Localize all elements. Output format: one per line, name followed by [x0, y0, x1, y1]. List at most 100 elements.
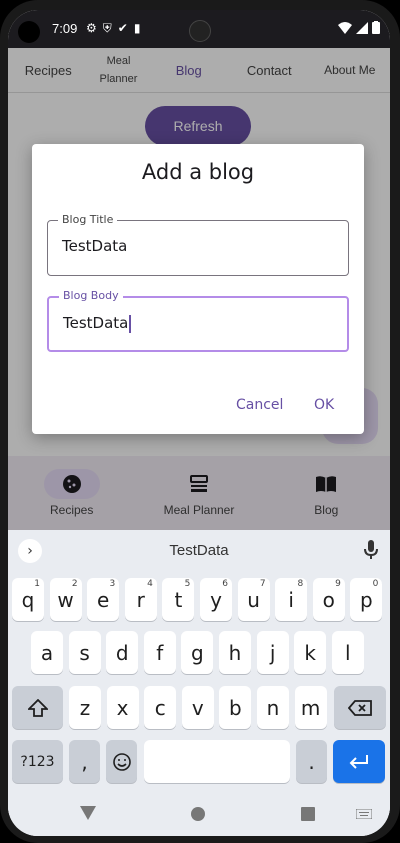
key-i[interactable]: i8: [275, 578, 308, 621]
key-f[interactable]: f: [143, 631, 176, 674]
enter-key[interactable]: [333, 740, 385, 783]
settings-icon: ⚙: [86, 21, 97, 35]
backspace-key[interactable]: [334, 686, 386, 729]
key-o[interactable]: o9: [312, 578, 345, 621]
period-key[interactable]: .: [296, 740, 327, 783]
comma-key[interactable]: ,: [69, 740, 100, 783]
text-cursor: [129, 314, 132, 333]
blog-body-field[interactable]: Blog Body TestData: [47, 289, 349, 352]
camera-cutout: [18, 21, 40, 43]
screen: 7:09 ⚙ ⛨ ✔ ▮ Recipes Meal Planner Blog C…: [8, 10, 390, 836]
wifi-icon: [338, 21, 352, 34]
key-j[interactable]: j: [256, 631, 289, 674]
front-camera: [189, 20, 211, 42]
dialog-title: Add a blog: [141, 160, 255, 184]
key-p[interactable]: p0: [350, 578, 383, 621]
key-label: u: [247, 587, 260, 612]
key-label: p: [360, 587, 373, 612]
key-label: w: [57, 587, 74, 612]
key-label: t: [174, 587, 183, 612]
key-label: i: [288, 587, 294, 612]
shield-icon: ⛨: [102, 21, 112, 35]
backspace-icon: [348, 699, 372, 716]
key-k[interactable]: k: [294, 631, 327, 674]
key-hint: 4: [147, 579, 153, 589]
key-u[interactable]: u7: [237, 578, 270, 621]
back-icon[interactable]: [80, 806, 96, 820]
key-label: v: [191, 695, 204, 720]
key-b[interactable]: b: [219, 686, 252, 729]
key-label: g: [191, 640, 204, 665]
shift-key[interactable]: [12, 686, 63, 729]
enter-icon: [349, 754, 368, 769]
key-label: q: [21, 587, 35, 612]
key-label: n: [266, 695, 280, 720]
key-label: b: [229, 695, 242, 720]
key-hint: 6: [222, 579, 228, 589]
key-s[interactable]: s: [68, 631, 101, 674]
keyboard-row-2: asd f gh j k l: [8, 631, 390, 675]
key-e[interactable]: e3: [87, 578, 120, 621]
key-label: r: [136, 587, 145, 612]
blog-body-value-wrap: TestData: [63, 314, 132, 333]
shift-icon: [27, 698, 48, 717]
space-key[interactable]: [144, 740, 290, 783]
key-label: f: [156, 640, 164, 665]
key-w[interactable]: w2: [49, 578, 82, 621]
key-hint: 2: [71, 579, 78, 589]
key-n[interactable]: n: [257, 686, 289, 729]
key-hint: 1: [34, 579, 40, 589]
key-label: h: [228, 640, 242, 665]
key-a[interactable]: a: [31, 631, 63, 674]
key-t[interactable]: t5: [162, 578, 195, 621]
key-v[interactable]: v: [181, 686, 214, 729]
suggestion-chip[interactable]: TestData: [8, 542, 390, 559]
key-r[interactable]: r4: [124, 578, 157, 621]
emoji-key[interactable]: [106, 740, 137, 783]
key-x[interactable]: x: [106, 686, 139, 729]
keyboard-switch-icon[interactable]: [356, 809, 372, 819]
key-y[interactable]: y6: [200, 578, 232, 621]
keyboard-row-4: ?123 , .: [8, 740, 390, 784]
symbols-key[interactable]: ?123: [12, 740, 63, 783]
home-icon[interactable]: [191, 807, 205, 821]
key-h[interactable]: h: [219, 631, 251, 674]
key-g[interactable]: g: [181, 631, 214, 674]
key-label: s: [79, 640, 90, 665]
signal-icon: [356, 21, 368, 34]
key-label: k: [304, 640, 316, 665]
blog-title-value: TestData: [62, 237, 128, 255]
key-q[interactable]: q1: [12, 578, 44, 621]
key-label: d: [115, 640, 129, 665]
status-time: 7:09: [52, 21, 78, 36]
system-icons: [338, 21, 380, 34]
blog-title-label: Blog Title: [58, 213, 118, 226]
recents-icon[interactable]: [301, 807, 315, 821]
ok-button[interactable]: OK: [314, 397, 334, 413]
key-hint: 7: [259, 579, 266, 589]
key-hint: 9: [335, 579, 341, 589]
blog-body-label: Blog Body: [59, 289, 123, 302]
key-d[interactable]: d: [106, 631, 139, 674]
keyboard-toolbar: › TestData: [8, 530, 390, 574]
key-hint: 3: [109, 579, 116, 589]
emoji-icon: [112, 752, 131, 771]
key-label: e: [97, 587, 110, 612]
cancel-button[interactable]: Cancel: [236, 397, 283, 413]
key-label: z: [79, 695, 91, 720]
key-m[interactable]: m: [294, 686, 327, 729]
key-c[interactable]: c: [144, 686, 177, 729]
blog-title-field[interactable]: Blog Title TestData: [47, 213, 349, 276]
key-label: m: [300, 695, 321, 720]
system-navigation-bar: [8, 792, 390, 836]
key-hint: 8: [297, 579, 304, 589]
key-hint: 0: [372, 579, 379, 589]
soft-keyboard: › TestData q1w2e3r4t5y6u7i8o9p0 asdfghjk…: [8, 530, 390, 836]
key-label: l: [345, 640, 351, 665]
key-z[interactable]: z: [69, 686, 101, 729]
blog-body-value: TestData: [63, 314, 129, 332]
key-hint: 5: [184, 579, 191, 589]
key-l[interactable]: l: [331, 631, 364, 674]
key-label: y: [210, 587, 222, 612]
microphone-icon[interactable]: [364, 540, 378, 560]
